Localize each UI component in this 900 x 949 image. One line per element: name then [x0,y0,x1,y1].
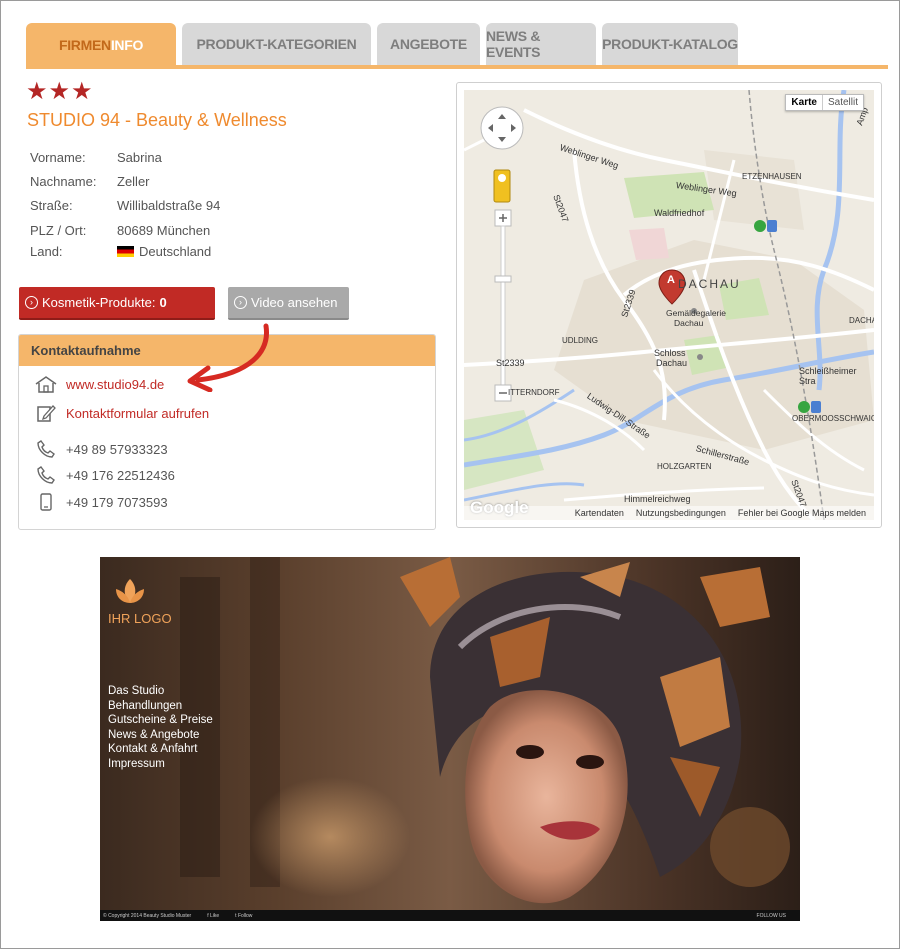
tab-angebote[interactable]: ANGEBOTE [377,23,480,65]
map-label-dacha: DACHA [849,316,874,325]
chevron-right-icon: › [234,296,247,309]
phone-number[interactable]: +49 176 22512436 [66,468,175,483]
home-icon [35,375,57,393]
preview-like[interactable]: f Like [207,913,219,919]
products-count: 0 [159,295,167,310]
rating-stars: ★★★ [26,78,94,105]
map-label-schloss-dachau: Dachau [656,358,688,368]
map-label-weblinger-weg: Weblinger Weg [558,142,620,171]
tab-label: NEWS & EVENTS [486,28,541,60]
video-ansehen-button[interactable]: › Video ansehen [228,287,349,320]
mobile-row: +49 179 7073593 [35,493,168,511]
german-flag-icon [117,246,134,257]
info-value: Sabrina [117,150,162,165]
chevron-right-icon: › [25,296,38,309]
phone-row: +49 176 22512436 [35,466,175,484]
map-footer: Kartendaten Nutzungsbedingungen Fehler b… [464,506,874,520]
map-label-st2047: St2047 [789,478,809,509]
preview-nav: Das Studio Behandlungen Gutscheine & Pre… [108,684,213,771]
preview-nav-item[interactable]: Behandlungen [108,699,213,714]
map-footer-fehler-melden[interactable]: Fehler bei Google Maps melden [738,508,866,518]
website-row: www.studio94.de [35,375,164,393]
preview-nav-item[interactable]: Kontakt & Anfahrt [108,742,213,757]
map-label-ludwig-dill-strasse: Ludwig-Dill-Straße [585,390,653,441]
tab-news-events[interactable]: NEWS & EVENTS [486,23,596,65]
edit-form-icon [35,404,57,422]
map-label-st2339: St2339 [619,288,638,319]
map-label-st2339: St2339 [496,358,525,368]
tab-produkt-kategorien[interactable]: PRODUKT-KATEGORIEN [182,23,371,65]
map-label-schleissheimer-strasse: Schleißheimer Stra [799,366,857,386]
preview-logo: IHR LOGO [108,611,172,626]
kosmetik-produkte-button[interactable]: › Kosmetik-Produkte: 0 [19,287,215,320]
tab-label-highlight: INFO [110,36,144,53]
preview-nav-item[interactable]: Das Studio [108,684,213,699]
map-label-weblinger-weg: Weblinger Weg [675,180,738,199]
map-label-himmelreichweg: Himmelreichweg [624,494,691,504]
preview-nav-item[interactable]: Impressum [108,757,213,772]
phone-icon [35,466,57,484]
info-label: Nachname: [30,174,97,189]
map-label-etzenhausen: ETZENHAUSEN [742,172,802,181]
tab-underline [26,65,888,69]
phone-number[interactable]: +49 89 57933323 [66,442,168,457]
info-value: Zeller [117,174,150,189]
info-value: Willibaldstraße 94 [117,198,221,213]
map-label-waldfriedhof: Waldfriedhof [654,208,705,218]
preview-nav-item[interactable]: News & Angebote [108,728,213,743]
phone-row: +49 89 57933323 [35,440,168,458]
mobile-phone-icon [35,493,57,511]
preview-footer: © Copyright 2014 Beauty Studio Muster f … [100,910,800,921]
info-label: PLZ / Ort: [30,223,87,238]
map-label-schloss: Schloss [654,348,686,358]
button-label: Kosmetik-Produkte: [42,295,156,310]
map-label-udlding: UDLDING [562,336,599,345]
map-label-itterndorf: ITTERNDORF [508,388,560,397]
info-value: Deutschland [117,244,211,259]
contact-form-link[interactable]: Kontaktformular aufrufen [66,406,209,421]
preview-nav-item[interactable]: Gutscheine & Preise [108,713,213,728]
tab-label: PRODUKT-KATEGORIEN [196,36,357,52]
tab-produkt-katalog[interactable]: PRODUKT-KATALOG [602,23,738,65]
map-type-karte-button[interactable]: Karte [786,95,823,110]
map-label-obermoosschwaige: OBERMOOSSCHWAIGE [792,414,874,423]
map-label-dachau: DACHAU [678,277,741,291]
tab-label: FIRMEN [58,36,111,53]
map-footer-kartendaten[interactable]: Kartendaten [575,508,624,518]
preview-follow[interactable]: t Follow [235,913,252,919]
preview-like-label: Like [209,912,220,919]
info-value: 80689 München [117,223,211,238]
map-labels: A DACHAU ETZENHAUSEN Waldfriedhof Weblin… [464,90,874,520]
map-label-holzgarten: HOLZGARTEN [657,462,712,471]
map-panel: A DACHAU ETZENHAUSEN Waldfriedhof Weblin… [456,82,882,528]
google-map[interactable]: A DACHAU ETZENHAUSEN Waldfriedhof Weblin… [464,90,874,520]
tab-label: PRODUKT-KATALOG [602,36,738,52]
annotation-arrow-icon [187,323,269,392]
map-marker-label[interactable]: A [667,274,675,286]
preview-follow-us[interactable]: FOLLOW US [757,913,786,919]
tab-label: ANGEBOTE [390,36,467,52]
tab-firmen-info[interactable]: FIRMEN INFO [26,23,176,66]
button-label: Video ansehen [251,295,338,310]
tab-bar: FIRMEN INFO PRODUKT-KATEGORIEN ANGEBOTE N… [26,23,888,70]
info-label: Land: [30,244,63,259]
form-row: Kontaktformular aufrufen [35,404,209,422]
map-type-satellit-button[interactable]: Satellit [823,95,863,110]
preview-follow-label: Follow [237,912,253,919]
phone-number[interactable]: +49 179 7073593 [66,495,168,510]
company-title: STUDIO 94 - Beauty & Wellness [27,110,287,130]
info-label: Vorname: [30,150,86,165]
info-label: Straße: [30,198,73,213]
map-label-st2047: St2047 [551,193,571,224]
map-type-toggle: Karte Satellit [785,94,864,111]
map-footer-nutzungsbedingungen[interactable]: Nutzungsbedingungen [636,508,726,518]
website-link[interactable]: www.studio94.de [66,377,164,392]
phone-icon [35,440,57,458]
website-preview[interactable]: IHR LOGO Das Studio Behandlungen Gutsche… [100,557,800,921]
map-label-gemaeldegalerie-dachau: Dachau [674,318,704,328]
map-label-gemaeldegalerie: Gemäldegalerie [666,308,727,318]
preview-copyright: © Copyright 2014 Beauty Studio Muster [103,912,192,919]
country-name: Deutschland [139,244,212,259]
